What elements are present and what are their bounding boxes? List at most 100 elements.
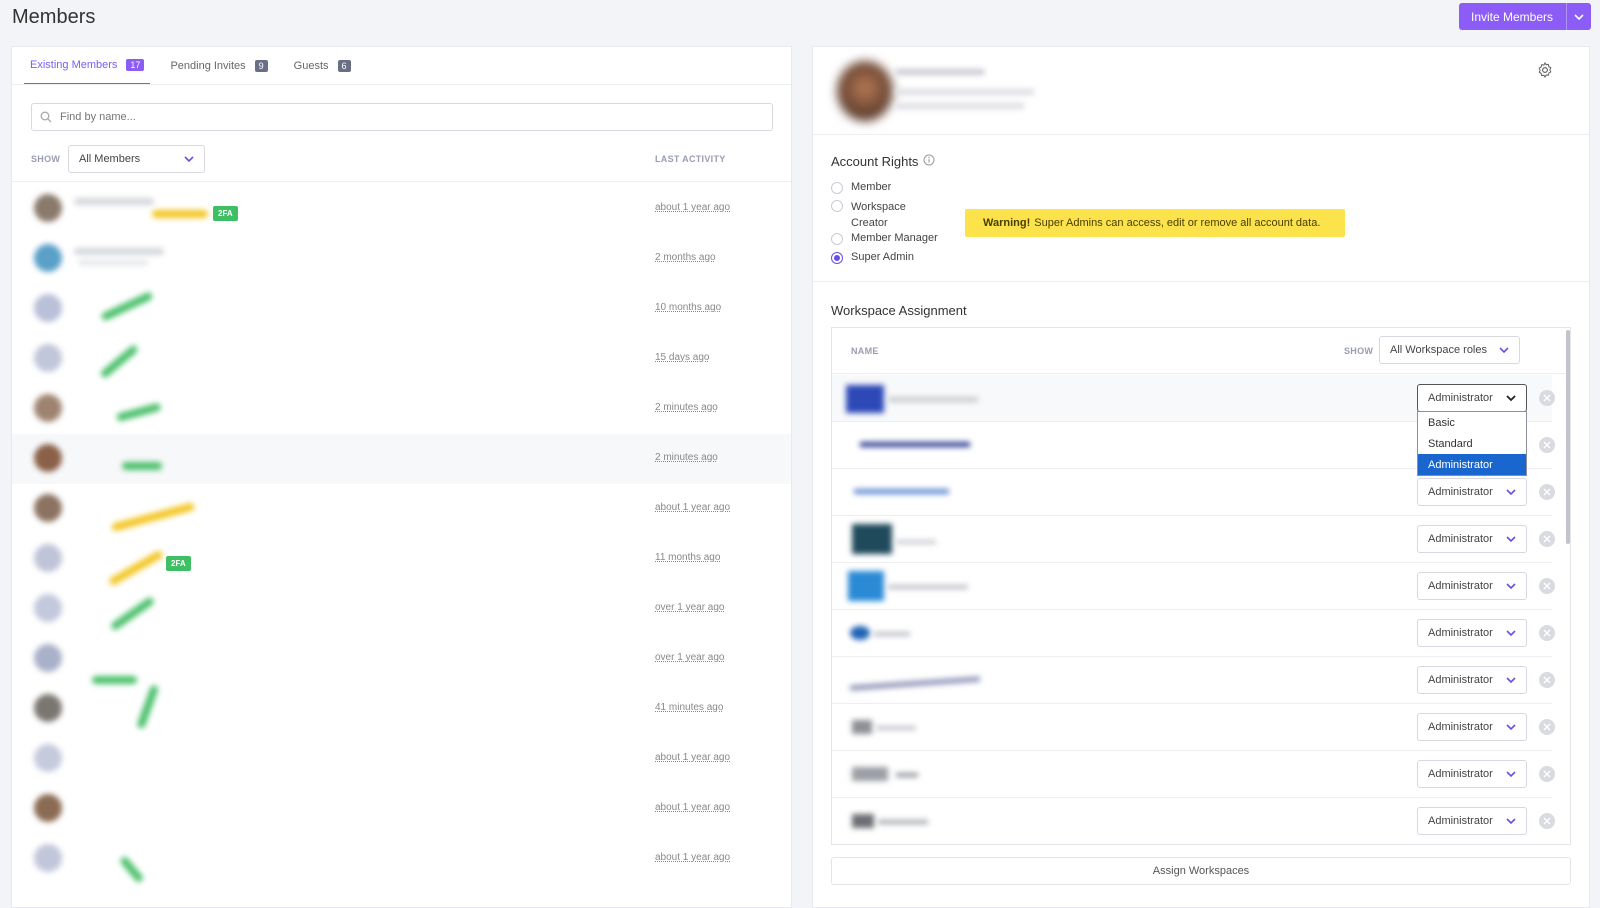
last-activity[interactable]: 2 minutes ago (655, 402, 718, 413)
workspace-row[interactable]: Administrator (832, 657, 1555, 704)
role-select-value: Administrator (1428, 627, 1493, 639)
member-row[interactable]: about 1 year ago (12, 484, 791, 534)
avatar (34, 594, 62, 622)
role-select-value: Administrator (1428, 486, 1493, 498)
radio-label: Workspace Creator (851, 201, 906, 229)
invite-members-label: Invite Members (1471, 9, 1554, 24)
last-activity[interactable]: 2 months ago (655, 252, 716, 263)
remove-icon[interactable] (1539, 437, 1555, 453)
role-select[interactable]: Administrator (1417, 384, 1527, 412)
last-activity[interactable]: 15 days ago (655, 352, 710, 363)
member-row[interactable]: about 1 year ago (12, 734, 791, 784)
remove-icon[interactable] (1539, 813, 1555, 829)
member-email-redacted (78, 260, 148, 265)
role-option-basic[interactable]: Basic (1418, 412, 1526, 433)
account-rights-label: Account Rights (831, 154, 919, 169)
last-activity[interactable]: 2 minutes ago (655, 452, 718, 463)
last-activity[interactable]: 41 minutes ago (655, 702, 723, 713)
chevron-down-icon[interactable] (1567, 13, 1591, 20)
workspace-row[interactable]: Administrator (832, 704, 1555, 751)
role-select[interactable]: Administrator (1417, 525, 1527, 553)
remove-icon[interactable] (1539, 578, 1555, 594)
workspace-assignment-title: Workspace Assignment (831, 303, 967, 318)
assign-workspaces-button[interactable]: Assign Workspaces (831, 857, 1571, 885)
last-activity[interactable]: over 1 year ago (655, 602, 725, 613)
last-activity[interactable]: about 1 year ago (655, 202, 730, 213)
search-input[interactable] (60, 111, 740, 123)
last-activity[interactable]: 10 months ago (655, 302, 721, 313)
workspace-row[interactable]: Administrator (832, 563, 1555, 610)
role-select-value: Administrator (1428, 392, 1493, 404)
chevron-down-icon (1506, 630, 1516, 636)
remove-icon[interactable] (1539, 766, 1555, 782)
workspace-role-filter[interactable]: All Workspace roles (1379, 336, 1520, 364)
last-activity[interactable]: about 1 year ago (655, 852, 730, 863)
tab-label: Guests (293, 60, 329, 72)
last-activity[interactable]: about 1 year ago (655, 802, 730, 813)
member-row[interactable]: about 1 year ago (12, 784, 791, 834)
avatar (34, 194, 62, 222)
gear-icon[interactable] (1536, 61, 1554, 82)
member-row[interactable]: 15 days ago (12, 334, 791, 384)
invite-members-button[interactable]: Invite Members (1459, 3, 1591, 30)
last-activity[interactable]: about 1 year ago (655, 502, 730, 513)
last-activity[interactable]: 11 months ago (655, 552, 720, 563)
member-row[interactable]: 41 minutes ago (12, 684, 791, 734)
remove-icon[interactable] (1539, 719, 1555, 735)
tab-pending-invites[interactable]: Pending Invites 9 (164, 47, 273, 85)
info-icon[interactable] (923, 154, 935, 169)
workspace-logo (850, 626, 870, 640)
remove-icon[interactable] (1539, 672, 1555, 688)
workspace-row[interactable]: Administrator (832, 751, 1555, 798)
remove-icon[interactable] (1539, 484, 1555, 500)
member-row[interactable]: 2 minutes ago (12, 384, 791, 434)
member-row[interactable]: 2 minutes ago (12, 434, 791, 484)
show-filter-label: SHOW (1344, 346, 1374, 356)
radio-button[interactable] (831, 233, 843, 245)
member-row[interactable]: 2FA 11 months ago (12, 534, 791, 587)
radio-super-admin[interactable]: Super Admin (831, 251, 914, 264)
member-name-redacted (74, 198, 154, 205)
member-email-redacted (895, 89, 1035, 95)
last-activity[interactable]: about 1 year ago (655, 752, 730, 763)
radio-button[interactable] (831, 200, 843, 212)
role-select[interactable]: Administrator (1417, 572, 1527, 600)
role-option-administrator[interactable]: Administrator (1418, 454, 1526, 475)
super-admin-warning: Warning! Super Admins can access, edit o… (965, 209, 1345, 237)
role-select-value: Administrator (1428, 721, 1493, 733)
role-option-standard[interactable]: Standard (1418, 433, 1526, 454)
member-row[interactable]: over 1 year ago (12, 584, 791, 634)
tab-existing-members[interactable]: Existing Members 17 (24, 47, 151, 85)
workspace-row[interactable]: Administrator (832, 798, 1555, 844)
radio-member[interactable]: Member (831, 181, 891, 194)
members-panel: Existing Members 17 Pending Invites 9 Gu… (11, 46, 792, 908)
avatar (34, 494, 62, 522)
remove-icon[interactable] (1539, 390, 1555, 406)
workspace-row[interactable]: Administrator (832, 610, 1555, 657)
last-activity[interactable]: over 1 year ago (655, 652, 725, 663)
role-select[interactable]: Administrator (1417, 666, 1527, 694)
workspace-scrollbar[interactable] (1566, 330, 1570, 544)
radio-member-manager[interactable]: Member Manager (831, 232, 938, 245)
remove-icon[interactable] (1539, 531, 1555, 547)
member-row[interactable]: over 1 year ago (12, 634, 791, 684)
role-select-value: Administrator (1428, 768, 1493, 780)
workspace-name-redacted (876, 726, 916, 730)
role-select[interactable]: Administrator (1417, 713, 1527, 741)
radio-workspace-creator[interactable]: Workspace Creator (831, 199, 921, 231)
workspace-row[interactable]: Administrator (832, 469, 1555, 516)
member-filter-select[interactable]: All Members (68, 145, 205, 173)
role-select[interactable]: Administrator (1417, 619, 1527, 647)
member-row[interactable]: 2FA about 1 year ago (12, 184, 791, 234)
member-row[interactable]: about 1 year ago (12, 834, 791, 884)
role-select[interactable]: Administrator (1417, 478, 1527, 506)
workspace-row[interactable]: Administrator (832, 516, 1555, 563)
member-row[interactable]: 10 months ago (12, 284, 791, 334)
role-select[interactable]: Administrator (1417, 807, 1527, 835)
remove-icon[interactable] (1539, 625, 1555, 641)
radio-button[interactable] (831, 182, 843, 194)
member-row[interactable]: 2 months ago (12, 234, 791, 284)
role-select[interactable]: Administrator (1417, 760, 1527, 788)
tab-guests[interactable]: Guests 6 (288, 47, 357, 85)
radio-button[interactable] (831, 252, 843, 264)
